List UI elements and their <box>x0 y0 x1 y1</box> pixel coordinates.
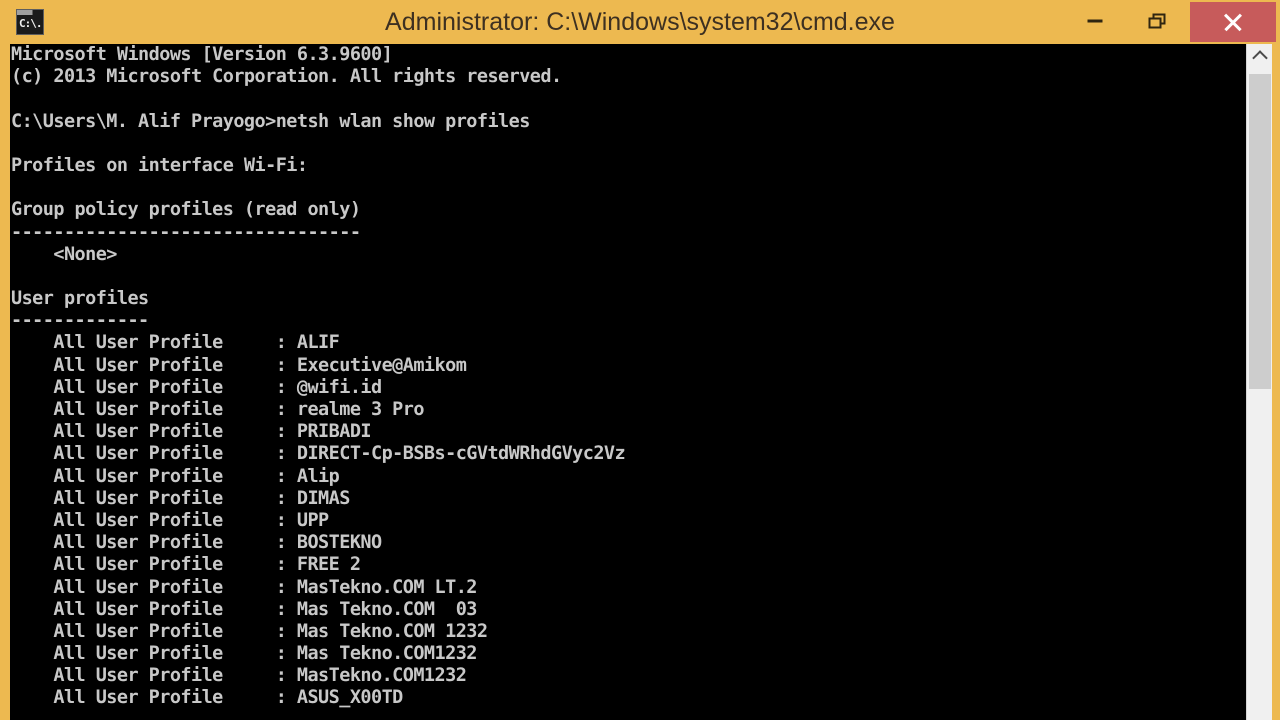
chevron-up-icon <box>1251 49 1268 66</box>
console-line: All User Profile : Executive@Amikom <box>11 354 467 376</box>
console-line: All User Profile : Alip <box>11 465 340 487</box>
close-button[interactable] <box>1190 2 1276 42</box>
console-line: Microsoft Windows [Version 6.3.9600] <box>11 44 393 65</box>
console-line: Profiles on interface Wi-Fi: <box>11 154 308 176</box>
console-line: User profiles <box>11 288 149 310</box>
console-line: All User Profile : PRIBADI <box>11 421 371 443</box>
console-line: All User Profile : DIRECT-Cp-BSBs-cGVtdW… <box>11 443 626 465</box>
console-line: --------------------------------- <box>11 221 361 243</box>
console-line: ------------- <box>11 310 149 332</box>
icon-prompt-label: C:\. <box>19 17 42 30</box>
console-line: All User Profile : realme 3 Pro <box>11 399 424 420</box>
cmd-window: C:\. Administrator: C:\Windows\system32\… <box>0 0 1280 720</box>
console-scrollbar[interactable] <box>1246 44 1272 720</box>
console-line: Group policy profiles (read only) <box>11 199 361 221</box>
console-line: All User Profile : Mas Tekno.COM1232 <box>11 643 477 665</box>
console-line: All User Profile : MasTekno.COM LT.2 <box>11 576 477 598</box>
maximize-restore-button[interactable] <box>1126 0 1188 42</box>
console-line: (c) 2013 Microsoft Corporation. All righ… <box>11 66 562 88</box>
console-line: All User Profile : Mas Tekno.COM 1232 <box>11 620 488 642</box>
console-line: All User Profile : BOSTEKNO <box>11 532 382 554</box>
console-line: All User Profile : ALIF <box>11 332 340 354</box>
console-output[interactable]: Microsoft Windows [Version 6.3.9600] (c) … <box>10 44 1225 720</box>
scroll-up-button[interactable] <box>1247 44 1272 70</box>
cmd-app-icon[interactable]: C:\. <box>16 9 44 35</box>
scrollbar-thumb[interactable] <box>1249 74 1271 389</box>
restore-window-icon <box>1148 13 1166 29</box>
console-line: All User Profile : FREE 2 <box>11 554 361 576</box>
console-line: All User Profile : ASUS_X00TD <box>11 687 403 709</box>
console-line: All User Profile : Mas Tekno.COM 03 <box>11 598 477 620</box>
minimize-icon <box>1087 19 1103 23</box>
close-icon <box>1222 11 1244 33</box>
console-client-area[interactable]: Microsoft Windows [Version 6.3.9600] (c) … <box>10 44 1272 720</box>
console-line: All User Profile : UPP <box>11 509 329 531</box>
title-bar[interactable]: C:\. Administrator: C:\Windows\system32\… <box>0 0 1280 44</box>
console-line: All User Profile : DIMAS <box>11 487 350 509</box>
console-line: C:\Users\M. Alif Prayogo>netsh wlan show… <box>11 110 530 132</box>
console-line: <None> <box>11 243 117 265</box>
console-line: All User Profile : @wifi.id <box>11 376 382 398</box>
minimize-button[interactable] <box>1064 0 1126 42</box>
console-line: All User Profile : MasTekno.COM1232 <box>11 665 467 687</box>
